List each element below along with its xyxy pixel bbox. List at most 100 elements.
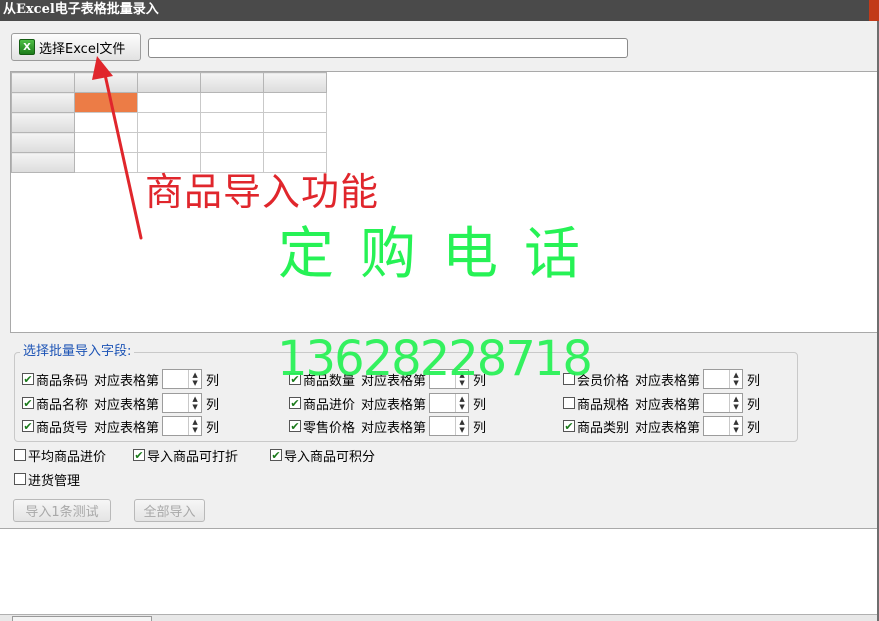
purchase-management-checkbox[interactable] <box>14 473 26 485</box>
sku-checkbox[interactable]: ✔ <box>22 420 34 432</box>
grid-cell[interactable] <box>263 132 327 153</box>
grid-cell[interactable] <box>74 152 138 173</box>
row-header-cell[interactable] <box>11 132 75 153</box>
column-number-value <box>430 417 455 435</box>
column-prefix-label: 对应表格第 <box>361 373 427 389</box>
field-label: 商品进价 <box>303 397 356 413</box>
column-number-spinner[interactable]: ▲ ▼ <box>703 369 744 389</box>
field-label: 会员价格 <box>577 373 630 389</box>
discountable-option[interactable]: ✔ 导入商品可打折 <box>133 446 238 465</box>
purchase-management-option[interactable]: 进货管理 <box>14 470 80 489</box>
column-number-value <box>163 394 188 412</box>
column-suffix-label: 列 <box>747 373 761 389</box>
import-fields-legend: 选择批量导入字段: <box>20 344 135 360</box>
grid-cell[interactable] <box>137 112 201 133</box>
column-number-value <box>704 417 729 435</box>
column-number-spinner[interactable]: ▲ ▼ <box>162 393 203 413</box>
grid-cell[interactable] <box>200 92 264 113</box>
field-row-quantity: ✔ 商品数量 对应表格第 ▲ ▼ 列 <box>289 369 486 389</box>
title-bar-accent <box>869 0 879 21</box>
member-price-checkbox[interactable] <box>563 373 575 385</box>
discountable-checkbox[interactable]: ✔ <box>133 449 145 461</box>
row-header-cell[interactable] <box>11 92 75 113</box>
column-prefix-label: 对应表格第 <box>635 397 701 413</box>
field-label: 商品类别 <box>577 420 630 436</box>
grid-cell[interactable] <box>263 92 327 113</box>
column-prefix-label: 对应表格第 <box>361 420 427 436</box>
column-suffix-label: 列 <box>747 420 761 436</box>
column-number-spinner[interactable]: ▲ ▼ <box>162 369 203 389</box>
category-checkbox[interactable]: ✔ <box>563 420 575 432</box>
column-number-value <box>430 370 455 388</box>
row-header-cell[interactable] <box>11 112 75 133</box>
column-header-cell[interactable] <box>263 72 327 93</box>
column-prefix-label: 对应表格第 <box>94 397 160 413</box>
points-checkbox[interactable]: ✔ <box>270 449 282 461</box>
spreadsheet-preview[interactable] <box>10 71 879 333</box>
field-row-spec: 商品规格 对应表格第 ▲ ▼ 列 <box>563 393 760 413</box>
spinner-arrows-icon[interactable]: ▲ ▼ <box>455 417 468 435</box>
grid-cell[interactable] <box>200 112 264 133</box>
import-log-area[interactable] <box>0 528 879 621</box>
column-number-value <box>704 370 729 388</box>
field-row-category: ✔ 商品类别 对应表格第 ▲ ▼ 列 <box>563 416 760 436</box>
row-header-cell[interactable] <box>11 152 75 173</box>
column-number-value <box>430 394 455 412</box>
file-path-input[interactable] <box>148 38 628 58</box>
column-prefix-label: 对应表格第 <box>94 420 160 436</box>
column-header-cell[interactable] <box>74 72 138 93</box>
option-label: 平均商品进价 <box>28 449 107 465</box>
bottom-tab[interactable] <box>12 616 152 621</box>
column-prefix-label: 对应表格第 <box>94 373 160 389</box>
column-number-spinner[interactable]: ▲ ▼ <box>429 393 470 413</box>
grid-cell[interactable] <box>137 132 201 153</box>
selected-cell[interactable] <box>74 92 138 113</box>
column-number-spinner[interactable]: ▲ ▼ <box>162 416 203 436</box>
field-row-name: ✔ 商品名称 对应表格第 ▲ ▼ 列 <box>22 393 219 413</box>
cost-checkbox[interactable]: ✔ <box>289 397 301 409</box>
spinner-arrows-icon[interactable]: ▲ ▼ <box>188 417 201 435</box>
spinner-arrows-icon[interactable]: ▲ ▼ <box>729 394 742 412</box>
spinner-arrows-icon[interactable]: ▲ ▼ <box>729 417 742 435</box>
column-suffix-label: 列 <box>473 397 487 413</box>
spreadsheet-grid[interactable] <box>11 72 327 173</box>
column-header-cell[interactable] <box>137 72 201 93</box>
test-import-button[interactable]: 导入1条测试 <box>13 499 111 522</box>
points-option[interactable]: ✔ 导入商品可积分 <box>270 446 375 465</box>
import-all-button[interactable]: 全部导入 <box>134 499 205 522</box>
grid-cell[interactable] <box>200 132 264 153</box>
column-number-spinner[interactable]: ▲ ▼ <box>429 416 470 436</box>
spinner-arrows-icon[interactable]: ▲ ▼ <box>455 370 468 388</box>
spec-checkbox[interactable] <box>563 397 575 409</box>
corner-header-cell[interactable] <box>11 72 75 93</box>
grid-cell[interactable] <box>263 112 327 133</box>
barcode-checkbox[interactable]: ✔ <box>22 373 34 385</box>
spinner-arrows-icon[interactable]: ▲ ▼ <box>188 370 201 388</box>
grid-cell[interactable] <box>74 132 138 153</box>
field-label: 零售价格 <box>303 420 356 436</box>
field-label: 商品条码 <box>36 373 89 389</box>
field-label: 商品数量 <box>303 373 356 389</box>
select-excel-file-label: 选择Excel文件 <box>39 41 126 57</box>
column-header-cell[interactable] <box>200 72 264 93</box>
grid-cell[interactable] <box>74 112 138 133</box>
column-number-spinner[interactable]: ▲ ▼ <box>703 416 744 436</box>
name-checkbox[interactable]: ✔ <box>22 397 34 409</box>
retail-price-checkbox[interactable]: ✔ <box>289 420 301 432</box>
column-number-spinner[interactable]: ▲ ▼ <box>429 369 470 389</box>
column-number-spinner[interactable]: ▲ ▼ <box>703 393 744 413</box>
column-suffix-label: 列 <box>206 373 220 389</box>
average-cost-option[interactable]: 平均商品进价 <box>14 446 107 465</box>
spinner-arrows-icon[interactable]: ▲ ▼ <box>455 394 468 412</box>
grid-cell[interactable] <box>137 92 201 113</box>
spinner-arrows-icon[interactable]: ▲ ▼ <box>729 370 742 388</box>
excel-import-window: 从Excel电子表格批量录入 X 选择Excel文件 商品导入功能 定购电话 选… <box>0 0 879 621</box>
spinner-arrows-icon[interactable]: ▲ ▼ <box>188 394 201 412</box>
select-excel-file-button[interactable]: X 选择Excel文件 <box>11 33 141 61</box>
column-suffix-label: 列 <box>747 397 761 413</box>
average-cost-checkbox[interactable] <box>14 449 26 461</box>
header-row <box>11 72 327 93</box>
column-suffix-label: 列 <box>473 373 487 389</box>
title-bar: 从Excel电子表格批量录入 <box>0 0 879 21</box>
quantity-checkbox[interactable]: ✔ <box>289 373 301 385</box>
